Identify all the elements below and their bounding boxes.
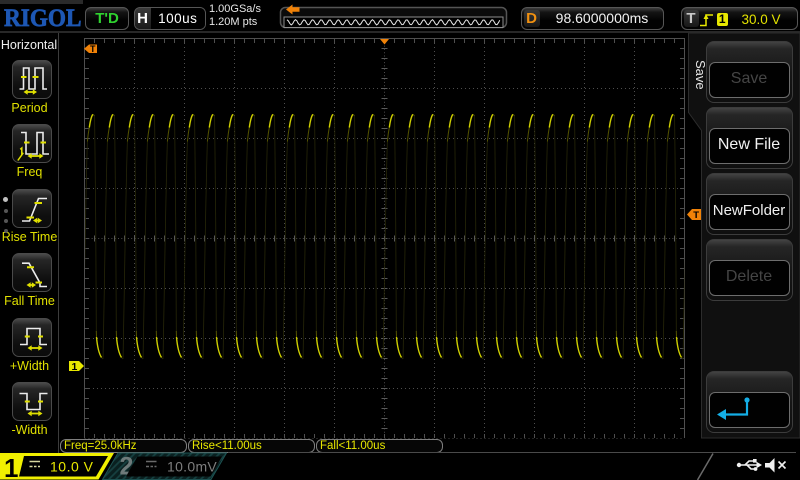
- svg-text:T: T: [90, 44, 96, 54]
- svg-text:1: 1: [72, 361, 78, 373]
- svg-text:10.0mV: 10.0mV: [167, 459, 217, 475]
- svg-text:10.0 V: 10.0 V: [50, 459, 94, 475]
- svg-text:1: 1: [4, 453, 18, 480]
